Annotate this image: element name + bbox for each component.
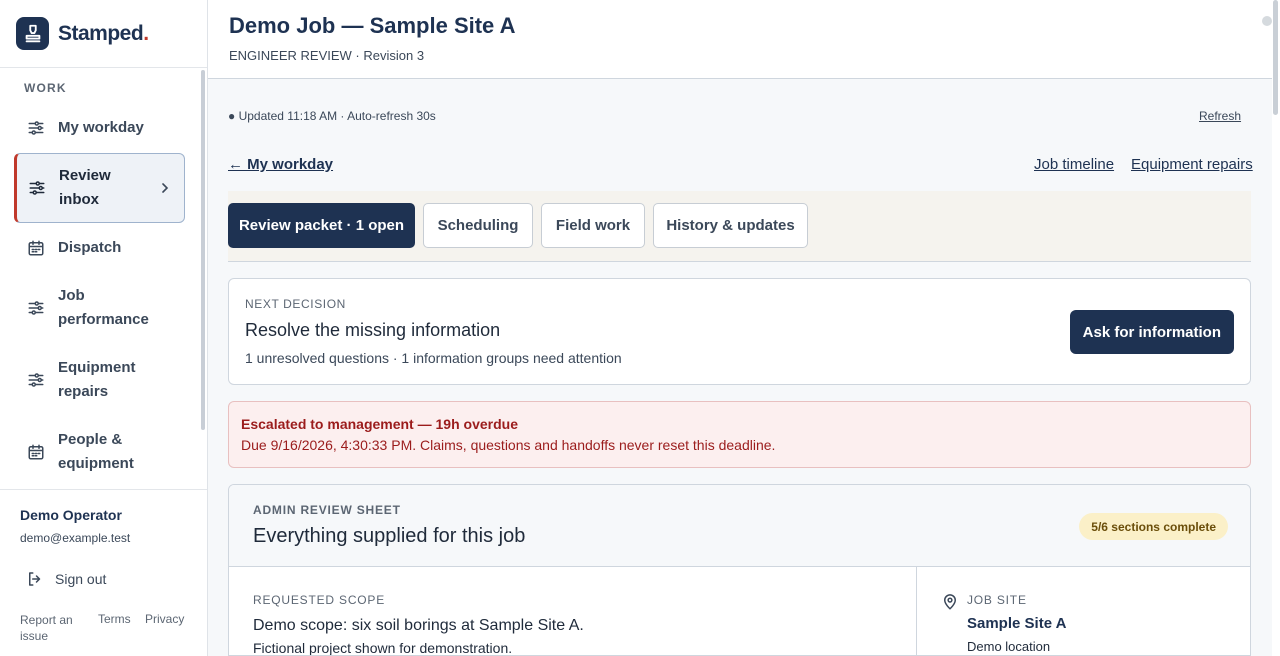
status-badge: 5/6 sections complete <box>1079 513 1228 540</box>
page-header: Demo Job — Sample Site A ENGINEER REVIEW… <box>208 0 1272 79</box>
brand-name: Stamped. <box>58 21 149 45</box>
requested-scope-title: Demo scope: six soil borings at Sample S… <box>253 617 584 634</box>
sign-out-label: Sign out <box>55 571 107 587</box>
tab-history-updates[interactable]: History & updates <box>653 203 808 248</box>
sliders-icon <box>27 178 47 198</box>
tab-field-work[interactable]: Field work <box>541 203 645 248</box>
sidebar-item-label: Review inbox <box>59 167 111 208</box>
job-site-location: Demo location <box>967 639 1051 654</box>
admin-review-sheet: ADMIN REVIEW SHEET Everything supplied f… <box>228 484 1251 656</box>
last-updated-status: ● Updated 11:18 AM · Auto-refresh 30s <box>228 109 436 123</box>
alert-body: Due 9/16/2026, 4:30:33 PM. Claims, quest… <box>241 437 776 453</box>
divider <box>916 567 917 655</box>
ask-for-information-button[interactable]: Ask for information <box>1069 310 1234 354</box>
report-issue-link[interactable]: Report an issue <box>20 612 82 644</box>
divider <box>0 67 207 68</box>
stamp-icon <box>16 17 49 50</box>
sidebar-item-label: My workday <box>58 119 144 136</box>
sidebar-item-label: Dispatch <box>58 239 122 256</box>
next-decision-label: NEXT DECISION <box>245 297 346 311</box>
overdue-alert: Escalated to management — 19h overdue Du… <box>228 401 1251 468</box>
user-email: demo@example.test <box>20 531 131 545</box>
job-site-name: Sample Site A <box>967 615 1067 632</box>
chevron-right-icon <box>162 183 169 193</box>
tab-bar: Review packet · 1 open Scheduling Field … <box>228 191 1251 262</box>
tab-scheduling[interactable]: Scheduling <box>423 203 533 248</box>
brand-logo[interactable]: Stamped. <box>16 17 149 50</box>
next-decision-title: Resolve the missing information <box>245 320 501 340</box>
sidebar-item-label: Equipment repairs <box>58 359 136 400</box>
calendar-icon <box>26 238 46 258</box>
back-to-workday-link[interactable]: ← My workday <box>228 156 333 173</box>
requested-scope-note: Fictional project shown for demonstratio… <box>253 640 513 656</box>
sliders-icon <box>26 370 46 390</box>
tab-review-packet[interactable]: Review packet · 1 open <box>228 203 415 248</box>
nav-section-heading: WORK <box>24 81 67 95</box>
location-pin-icon <box>943 594 957 610</box>
map-placeholder <box>1090 578 1250 655</box>
privacy-link[interactable]: Privacy <box>145 612 184 626</box>
sign-out-icon <box>29 572 41 586</box>
page-title: Demo Job — Sample Site A <box>229 13 516 38</box>
sidebar-item-job-performance[interactable]: Job performance <box>14 284 185 332</box>
page-subtitle: ENGINEER REVIEW · Revision 3 <box>229 48 425 63</box>
sidebar-item-people-equipment[interactable]: People & equipment <box>14 428 185 476</box>
requested-scope-label: REQUESTED SCOPE <box>253 593 386 607</box>
sliders-icon <box>26 118 46 138</box>
next-decision-summary: 1 unresolved questions · 1 information g… <box>245 350 622 366</box>
main-content: Demo Job — Sample Site A ENGINEER REVIEW… <box>208 0 1272 656</box>
equipment-repairs-link[interactable]: Equipment repairs <box>1131 156 1253 173</box>
sidebar-item-label: People & equipment <box>58 431 134 472</box>
page-scrollbar[interactable] <box>1272 0 1280 656</box>
sidebar-item-equipment-repairs[interactable]: Equipment repairs <box>14 356 185 404</box>
sidebar: Stamped. WORK My workday Review inbox Di… <box>0 0 208 656</box>
user-name: Demo Operator <box>20 507 122 523</box>
alert-title: Escalated to management — 19h overdue <box>241 416 518 432</box>
sign-out-button[interactable]: Sign out <box>26 570 106 588</box>
refresh-link[interactable]: Refresh <box>1199 109 1241 123</box>
terms-link[interactable]: Terms <box>98 612 131 626</box>
sheet-header: ADMIN REVIEW SHEET Everything supplied f… <box>229 485 1250 567</box>
job-timeline-link[interactable]: Job timeline <box>1034 156 1114 173</box>
divider <box>0 489 207 490</box>
status-dot <box>1262 16 1272 26</box>
next-decision-card: NEXT DECISION Resolve the missing inform… <box>228 278 1251 385</box>
scrollbar-thumb[interactable] <box>1273 0 1278 115</box>
sidebar-item-label: Job performance <box>58 287 149 328</box>
sidebar-scrollbar[interactable] <box>201 70 205 430</box>
job-site-label: JOB SITE <box>967 593 1027 607</box>
sliders-icon <box>26 298 46 318</box>
sheet-title: Everything supplied for this job <box>253 525 526 547</box>
sidebar-item-my-workday[interactable]: My workday <box>14 116 185 140</box>
sidebar-item-review-inbox[interactable]: Review inbox <box>14 153 185 223</box>
sidebar-item-dispatch[interactable]: Dispatch <box>14 236 185 260</box>
sheet-label: ADMIN REVIEW SHEET <box>253 503 401 517</box>
calendar-icon <box>26 442 46 462</box>
